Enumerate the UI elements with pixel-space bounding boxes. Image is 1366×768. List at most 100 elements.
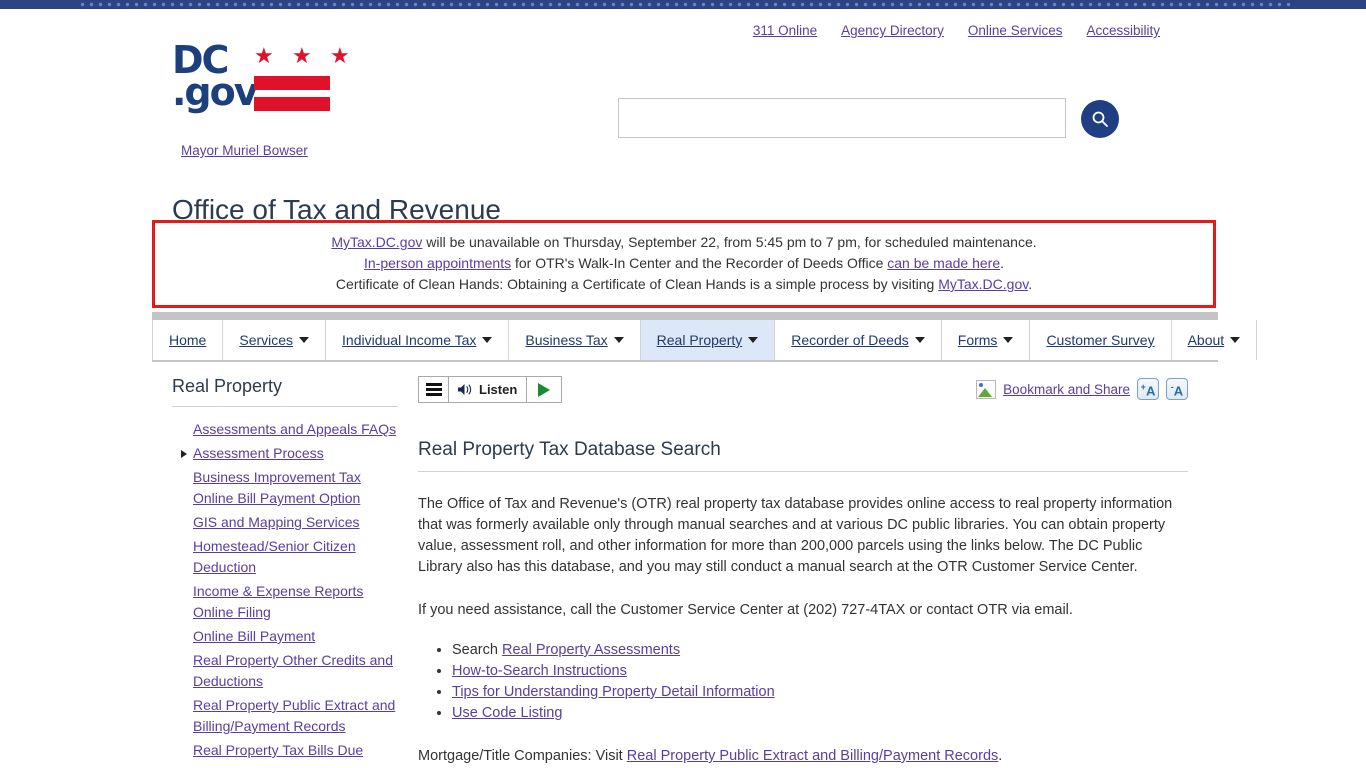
- alert-text: .: [1028, 276, 1033, 292]
- search-input[interactable]: [618, 98, 1066, 138]
- sidebar-list-item: Assessment Process: [172, 443, 398, 464]
- chevron-down-icon: [748, 337, 759, 343]
- alert-text: Certificate of Clean Hands: Obtaining a …: [335, 276, 939, 292]
- sidebar-item-income-expense-reports-online-filing[interactable]: Income & Expense Reports Online Filing: [193, 583, 363, 620]
- search-button[interactable]: [1081, 100, 1119, 138]
- nav-item-business-tax[interactable]: Business Tax: [509, 320, 641, 360]
- sidebar-list: Assessments and Appeals FAQs Assessment P…: [172, 419, 398, 761]
- nav-item-customer-survey[interactable]: Customer Survey: [1030, 320, 1172, 360]
- flag-bar: [254, 76, 330, 90]
- content-list-item: Tips for Understanding Property Detail I…: [452, 682, 1188, 703]
- nav-item-label: Recorder of Deeds: [791, 332, 909, 348]
- broken-image-icon: [976, 379, 997, 399]
- footer-prefix-text: Mortgage/Title Companies: Visit: [418, 748, 627, 764]
- utility-link-0[interactable]: 311 Online: [753, 23, 817, 38]
- hamburger-icon: [425, 381, 442, 398]
- sidebar-item-assessment-process[interactable]: Assessment Process: [193, 445, 324, 461]
- listen-toolbar: Listen: [418, 376, 570, 403]
- content-link-tips-for-understanding-property-detail-i[interactable]: Tips for Understanding Property Detail I…: [452, 684, 775, 700]
- sidebar-item-real-property-public-extract-and-billing[interactable]: Real Property Public Extract and Billing…: [193, 697, 395, 734]
- alert-link[interactable]: can be made here: [887, 255, 1000, 271]
- alert-link[interactable]: In-person appointments: [364, 255, 511, 271]
- nav-item-recorder-of-deeds[interactable]: Recorder of Deeds: [775, 320, 942, 360]
- decrease-font-size-button[interactable]: -A: [1166, 378, 1188, 400]
- sidebar-item-real-property-other-credits-and-deductio[interactable]: Real Property Other Credits and Deductio…: [193, 652, 393, 689]
- site-logo-block[interactable]: DC .gov Mayor Muriel Bowser: [172, 41, 492, 158]
- increase-font-size-button[interactable]: +A: [1137, 378, 1159, 400]
- content-link-how-to-search-instructions[interactable]: How-to-Search Instructions: [452, 663, 627, 679]
- nav-item-label: About: [1187, 332, 1225, 348]
- sidebar-list-item: Assessments and Appeals FAQs: [172, 419, 398, 440]
- footer-suffix-text: .: [998, 748, 1003, 764]
- content-paragraph-1: The Office of Tax and Revenue's (OTR) re…: [418, 496, 1173, 575]
- content-link-list: Search Real Property Assessments How-to-S…: [418, 640, 1188, 724]
- sidebar-item-business-improvement-tax-online-bill-pay[interactable]: Business Improvement Tax Online Bill Pay…: [193, 469, 361, 506]
- nav-item-about[interactable]: About: [1172, 320, 1258, 360]
- content-link-real-property-assessments[interactable]: Real Property Assessments: [502, 642, 680, 658]
- alert-link[interactable]: MyTax.DC.gov: [938, 276, 1028, 292]
- chevron-down-icon: [482, 337, 493, 343]
- utility-link-3[interactable]: Accessibility: [1086, 23, 1160, 38]
- sidebar-item-online-bill-payment[interactable]: Online Bill Payment: [193, 628, 315, 644]
- content-footer-paragraph: Mortgage/Title Companies: Visit Real Pro…: [418, 746, 1188, 767]
- decrease-font-label: -A: [1171, 381, 1183, 397]
- logo-gov-text: .gov: [172, 70, 259, 114]
- sidebar-list-item: Real Property Tax Bills Due: [172, 740, 398, 761]
- content-list-item: Use Code Listing: [452, 703, 1188, 724]
- nav-item-label: Home: [169, 332, 207, 348]
- sidebar: Real Property Assessments and Appeals FA…: [172, 376, 398, 764]
- listen-button[interactable]: Listen: [448, 376, 527, 403]
- alert-text: for OTR's Walk-In Center and the Recorde…: [511, 255, 888, 271]
- sidebar-item-real-property-tax-bills-due[interactable]: Real Property Tax Bills Due: [193, 742, 363, 758]
- chevron-down-icon: [613, 337, 624, 343]
- chevron-down-icon: [1230, 337, 1241, 343]
- speaker-icon: [458, 384, 472, 395]
- content-list-item: Search Real Property Assessments: [452, 640, 1188, 661]
- alert-line-1: In-person appointments for OTR's Walk-In…: [165, 253, 1203, 274]
- utility-nav: 311 Online Agency Directory Online Service…: [0, 23, 1160, 38]
- alert-line-0: MyTax.DC.gov will be unavailable on Thur…: [165, 232, 1203, 253]
- sidebar-list-item: GIS and Mapping Services: [172, 512, 398, 533]
- sidebar-title: Real Property: [172, 376, 398, 407]
- main-content: Listen Bookmark and Share +A -A Real Pro…: [418, 376, 1188, 767]
- decorative-top-bar: [0, 0, 1366, 9]
- nav-item-forms[interactable]: Forms: [942, 320, 1031, 360]
- content-paragraph-2: If you need assistance, call the Custome…: [418, 602, 1073, 618]
- sidebar-item-assessments-and-appeals-faqs[interactable]: Assessments and Appeals FAQs: [193, 421, 396, 437]
- chevron-down-icon: [914, 337, 925, 343]
- chevron-down-icon: [1003, 337, 1014, 343]
- sidebar-item-homestead-senior-citizen-deduction[interactable]: Homestead/Senior Citizen Deduction: [193, 538, 356, 575]
- dc-gov-logo[interactable]: DC .gov: [172, 41, 340, 119]
- play-icon: [538, 382, 551, 397]
- utility-link-2[interactable]: Online Services: [968, 23, 1063, 38]
- content-heading: Real Property Tax Database Search: [418, 439, 1188, 472]
- alert-link[interactable]: MyTax.DC.gov: [331, 234, 422, 250]
- search-icon: [1092, 111, 1108, 127]
- sidebar-item-gis-and-mapping-services[interactable]: GIS and Mapping Services: [193, 514, 360, 530]
- footer-public-extract-link[interactable]: Real Property Public Extract and Billing…: [627, 748, 999, 764]
- mayor-link[interactable]: Mayor Muriel Bowser: [181, 143, 308, 158]
- maintenance-alert-banner: MyTax.DC.gov will be unavailable on Thur…: [152, 220, 1216, 308]
- alert-text: .: [1000, 255, 1004, 271]
- sidebar-list-item: Business Improvement Tax Online Bill Pay…: [172, 467, 398, 509]
- listen-menu-button[interactable]: [418, 376, 448, 403]
- nav-item-label: Business Tax: [525, 332, 608, 348]
- nav-item-label: Services: [239, 332, 294, 348]
- nav-item-label: Individual Income Tax: [342, 332, 477, 348]
- alert-text: will be unavailable on Thursday, Septemb…: [422, 234, 1037, 250]
- nav-item-services[interactable]: Services: [223, 320, 327, 360]
- bookmark-and-share-link[interactable]: Bookmark and Share: [1003, 382, 1130, 397]
- increase-font-label: +A: [1141, 381, 1156, 397]
- dc-flag-icon: [254, 49, 330, 115]
- content-link-use-code-listing[interactable]: Use Code Listing: [452, 705, 562, 721]
- nav-item-real-property[interactable]: Real Property: [640, 320, 776, 360]
- sidebar-list-item: Online Bill Payment: [172, 626, 398, 647]
- listen-play-button[interactable]: [526, 376, 563, 403]
- sidebar-list-item: Real Property Public Extract and Billing…: [172, 695, 398, 737]
- nav-item-individual-income-tax[interactable]: Individual Income Tax: [326, 320, 510, 360]
- alert-line-2: Certificate of Clean Hands: Obtaining a …: [165, 274, 1203, 295]
- utility-link-1[interactable]: Agency Directory: [841, 23, 944, 38]
- sidebar-list-item: Homestead/Senior Citizen Deduction: [172, 536, 398, 578]
- sidebar-list-item: Real Property Other Credits and Deductio…: [172, 650, 398, 692]
- nav-item-home[interactable]: Home: [152, 320, 224, 360]
